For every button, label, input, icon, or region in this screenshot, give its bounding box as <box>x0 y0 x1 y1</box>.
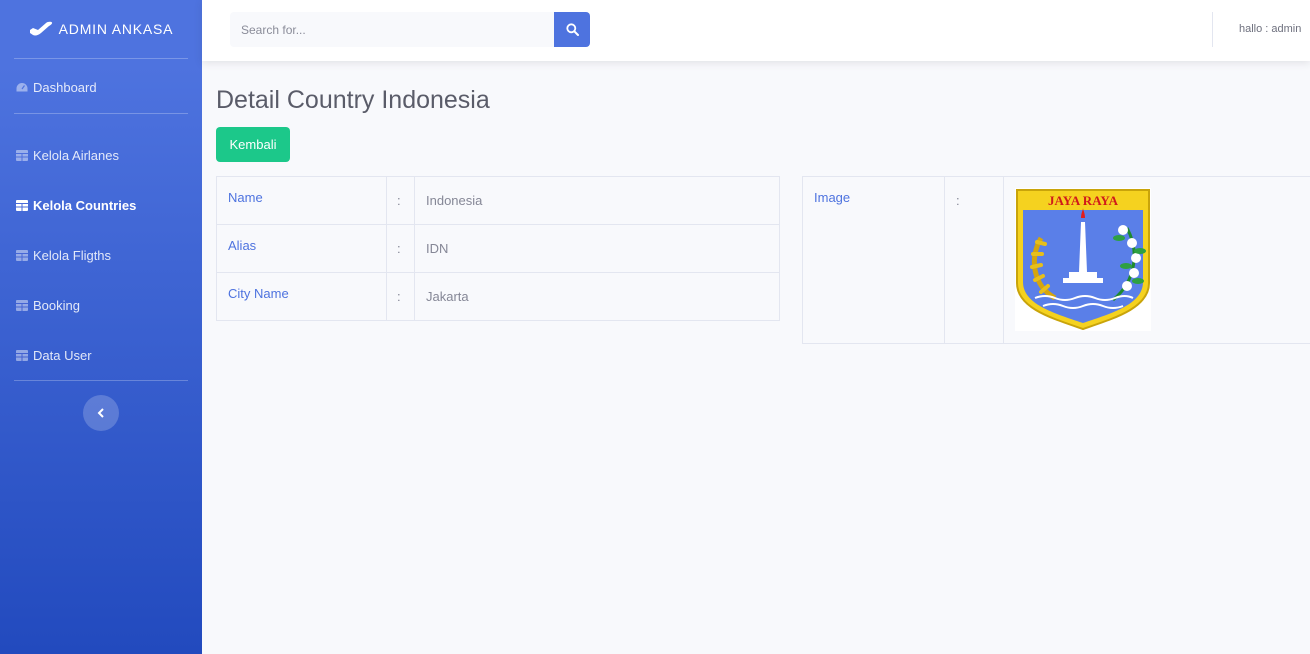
sidebar-divider <box>14 58 188 59</box>
search-button[interactable] <box>554 12 590 47</box>
table-row: Image : JAYA RAYA <box>802 176 1310 344</box>
sidebar: ADMIN ANKASA Dashboard Kelola Airlanes K… <box>0 0 202 654</box>
detail-separator: : <box>944 176 1004 344</box>
detail-value: Indonesia <box>414 176 780 225</box>
jakarta-emblem-image: JAYA RAYA <box>1015 188 1151 331</box>
sidebar-item-label: Kelola Airlanes <box>33 147 119 163</box>
tachometer-icon <box>16 82 28 91</box>
sidebar-item-label: Dashboard <box>33 79 97 95</box>
chevron-left-icon <box>97 408 104 418</box>
sidebar-item-kelola-airlanes[interactable]: Kelola Airlanes <box>0 130 202 180</box>
search-input[interactable] <box>230 12 554 47</box>
user-greeting[interactable]: hallo : admin <box>1239 23 1301 35</box>
sidebar-item-label: Booking <box>33 297 80 313</box>
sidebar-divider <box>14 113 188 114</box>
page-title: Detail Country Indonesia <box>216 86 490 114</box>
table-row: Alias : IDN <box>216 224 780 273</box>
image-cell: JAYA RAYA <box>1003 176 1310 344</box>
sidebar-item-booking[interactable]: Booking <box>0 280 202 330</box>
sidebar-item-data-user[interactable]: Data User <box>0 330 202 380</box>
sidebar-toggle-button[interactable] <box>83 395 119 431</box>
detail-key: City Name <box>216 272 387 321</box>
sidebar-brand[interactable]: ADMIN ANKASA <box>0 0 202 58</box>
table-icon <box>16 199 28 211</box>
search-icon <box>565 23 579 36</box>
back-button[interactable]: Kembali <box>216 127 290 162</box>
topbar: hallo : admin <box>202 0 1310 61</box>
country-image-table: Image : JAYA RAYA <box>802 176 1310 344</box>
detail-key: Alias <box>216 224 387 273</box>
sidebar-item-label: Kelola Fligths <box>33 247 112 263</box>
table-icon <box>16 149 28 161</box>
detail-key: Image <box>802 176 945 344</box>
sidebar-item-kelola-fligths[interactable]: Kelola Fligths <box>0 230 202 280</box>
detail-key: Name <box>216 176 387 225</box>
table-row: Name : Indonesia <box>216 176 780 225</box>
sidebar-item-kelola-countries[interactable]: Kelola Countries <box>0 180 202 230</box>
topbar-divider <box>1212 12 1213 47</box>
detail-separator: : <box>386 272 415 321</box>
table-row: City Name : Jakarta <box>216 272 780 321</box>
brand-title: ADMIN ANKASA <box>58 21 174 37</box>
country-detail-table: Name : Indonesia Alias : IDN City Name :… <box>216 176 780 321</box>
search-bar <box>230 12 590 47</box>
emblem-text: JAYA RAYA <box>1048 193 1119 208</box>
sidebar-divider <box>14 380 188 381</box>
sidebar-item-label: Data User <box>33 347 92 363</box>
table-icon <box>16 249 28 261</box>
sidebar-item-dashboard[interactable]: Dashboard <box>0 61 202 113</box>
table-icon <box>16 299 28 311</box>
detail-value: IDN <box>414 224 780 273</box>
detail-separator: : <box>386 176 415 225</box>
detail-separator: : <box>386 224 415 273</box>
plane-icon <box>29 21 52 36</box>
sidebar-item-label: Kelola Countries <box>33 197 137 213</box>
table-icon <box>16 349 28 361</box>
detail-value: Jakarta <box>414 272 780 321</box>
